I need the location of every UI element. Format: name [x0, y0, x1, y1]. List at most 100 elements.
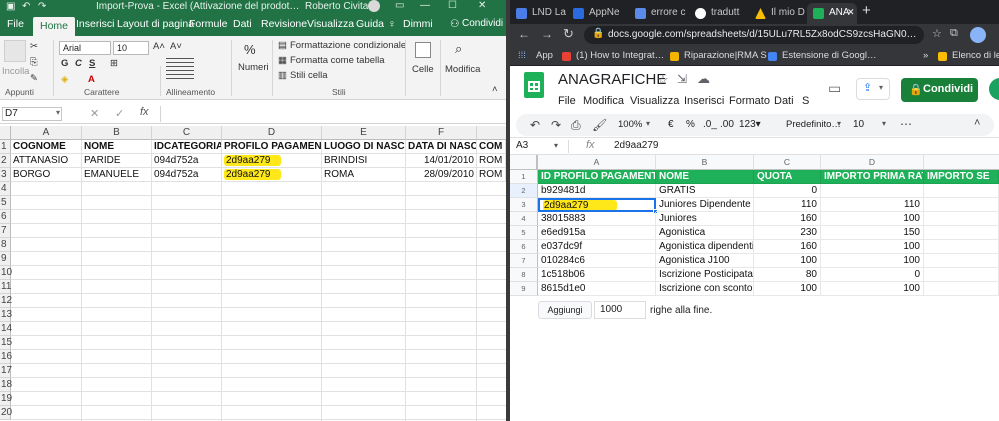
- table-cell[interactable]: Juniores: [656, 212, 754, 226]
- font-shrink-icon[interactable]: A˅: [170, 41, 182, 52]
- table-cell[interactable]: 14/01/2010: [406, 154, 477, 168]
- table-cell[interactable]: ATTANASIO: [11, 154, 82, 168]
- table-header-cell[interactable]: NOME: [656, 170, 754, 184]
- ribbon-display-icon[interactable]: ▭: [395, 0, 404, 11]
- table-cell[interactable]: GRATIS: [656, 184, 754, 198]
- table-cell[interactable]: [924, 198, 999, 212]
- row-header[interactable]: 15: [0, 336, 12, 350]
- row-header[interactable]: 10: [0, 266, 12, 280]
- column-header[interactable]: F: [406, 126, 477, 140]
- table-cell[interactable]: [924, 184, 999, 198]
- table-cell[interactable]: 010284c6: [538, 254, 656, 268]
- font-size-select[interactable]: 10: [853, 119, 864, 130]
- underline-icon[interactable]: S: [89, 58, 95, 69]
- tab-data[interactable]: Dati: [233, 18, 252, 30]
- table-format-button[interactable]: Formatta come tabella: [290, 55, 385, 66]
- chevron-down-icon[interactable]: ▾: [56, 108, 60, 117]
- table-header-cell[interactable]: NOME: [82, 140, 152, 154]
- column-header[interactable]: A: [538, 155, 656, 170]
- table-header-cell[interactable]: PROFILO PAGAMENTO: [222, 140, 322, 154]
- table-cell[interactable]: 110: [821, 198, 924, 212]
- add-rows-count-input[interactable]: 1000: [594, 301, 646, 319]
- row-header[interactable]: 6: [0, 210, 11, 224]
- column-header[interactable]: A: [11, 126, 82, 140]
- star-icon[interactable]: ☆: [657, 72, 669, 88]
- browser-tab[interactable]: LND La: [510, 3, 566, 24]
- row-header[interactable]: 9: [0, 252, 11, 266]
- table-cell[interactable]: 160: [754, 212, 821, 226]
- more-icon[interactable]: ⋯: [900, 117, 912, 131]
- column-header[interactable]: [477, 126, 506, 140]
- table-cell[interactable]: 28/09/2010: [406, 168, 477, 182]
- forward-icon[interactable]: →: [541, 27, 553, 41]
- table-header-cell[interactable]: ID PROFILO PAGAMENTO: [538, 170, 656, 184]
- chevron-down-icon[interactable]: ▾: [882, 119, 886, 128]
- row-header[interactable]: 16: [0, 350, 12, 364]
- add-rows-button[interactable]: Aggiungi: [538, 301, 592, 319]
- cut-icon[interactable]: ✂: [30, 41, 38, 52]
- table-cell[interactable]: 1c518b06: [538, 268, 656, 282]
- table-cell[interactable]: 110: [754, 198, 821, 212]
- table-cell[interactable]: 160: [754, 240, 821, 254]
- chevron-down-icon[interactable]: ▾: [837, 119, 841, 128]
- profile-avatar[interactable]: [970, 27, 986, 43]
- table-cell[interactable]: EMANUELE: [82, 168, 152, 182]
- name-box[interactable]: D7: [2, 107, 62, 121]
- modify-button[interactable]: Modifica: [445, 64, 480, 75]
- table-cell[interactable]: 100: [821, 212, 924, 226]
- table-header-cell[interactable]: IMPORTO SE: [924, 170, 999, 184]
- close-tab-icon[interactable]: ✕: [847, 7, 855, 18]
- menu-file[interactable]: File: [558, 95, 576, 107]
- cells-icon[interactable]: [415, 42, 431, 58]
- row-header[interactable]: 14: [0, 322, 12, 336]
- percent-button[interactable]: %: [686, 119, 695, 130]
- selected-cell[interactable]: 2d9aa279: [538, 198, 656, 212]
- tab-insert[interactable]: Inserisci: [76, 18, 115, 30]
- table-cell[interactable]: 0: [821, 268, 924, 282]
- increase-decimal-button[interactable]: .00: [720, 119, 734, 130]
- present-button[interactable]: ⇪ ▾: [856, 78, 890, 100]
- select-all-corner[interactable]: [0, 126, 11, 140]
- menu-insert[interactable]: Inserisci: [684, 95, 724, 107]
- move-icon[interactable]: ⇲: [677, 72, 687, 86]
- reload-icon[interactable]: ↻: [563, 26, 574, 42]
- table-cell[interactable]: [924, 226, 999, 240]
- paste-label[interactable]: Incolla: [2, 66, 29, 77]
- table-cell[interactable]: Iscrizione con sconto: [656, 282, 754, 296]
- decrease-decimal-button[interactable]: .0_: [703, 119, 717, 130]
- bookmark-item[interactable]: Elenco di le: [952, 50, 999, 61]
- bookmark-item[interactable]: (1) How to Integrat…: [576, 50, 664, 61]
- table-header-cell[interactable]: IDCATEGORIA: [152, 140, 222, 154]
- bookmark-item[interactable]: Riparazione|RMA S…: [684, 50, 776, 61]
- percent-icon[interactable]: %: [244, 42, 256, 57]
- column-header[interactable]: B: [82, 126, 152, 140]
- row-header[interactable]: 12: [0, 294, 12, 308]
- table-cell[interactable]: 100: [821, 240, 924, 254]
- row-header[interactable]: 7: [0, 224, 11, 238]
- search-icon[interactable]: ⌕: [455, 41, 462, 57]
- table-cell[interactable]: ROM: [477, 154, 506, 168]
- table-cell[interactable]: 100: [821, 254, 924, 268]
- table-header-cell[interactable]: COGNOME: [11, 140, 82, 154]
- table-cell[interactable]: [924, 268, 999, 282]
- row-header[interactable]: 20: [0, 406, 12, 420]
- extensions-icon[interactable]: ⧉: [950, 27, 958, 40]
- row-header[interactable]: 7: [510, 254, 538, 268]
- table-cell[interactable]: [924, 240, 999, 254]
- undo-icon[interactable]: ↶: [530, 118, 540, 132]
- row-header[interactable]: 2: [0, 154, 11, 168]
- avatar[interactable]: [368, 0, 380, 12]
- font-color-icon[interactable]: A: [88, 74, 95, 85]
- format-painter-icon[interactable]: ✎: [30, 73, 38, 84]
- confirm-icon[interactable]: ✓: [115, 107, 124, 120]
- bold-icon[interactable]: G: [61, 58, 68, 69]
- table-cell[interactable]: [821, 184, 924, 198]
- currency-button[interactable]: €: [668, 119, 674, 130]
- back-icon[interactable]: ←: [518, 27, 530, 41]
- account-avatar[interactable]: [989, 78, 999, 100]
- table-cell[interactable]: 150: [821, 226, 924, 240]
- table-cell[interactable]: b929481d: [538, 184, 656, 198]
- address-bar[interactable]: 🔒 docs.google.com/spreadsheets/d/15ULu7R…: [584, 26, 924, 44]
- column-header[interactable]: C: [152, 126, 222, 140]
- undo-icon[interactable]: ↶: [22, 1, 30, 12]
